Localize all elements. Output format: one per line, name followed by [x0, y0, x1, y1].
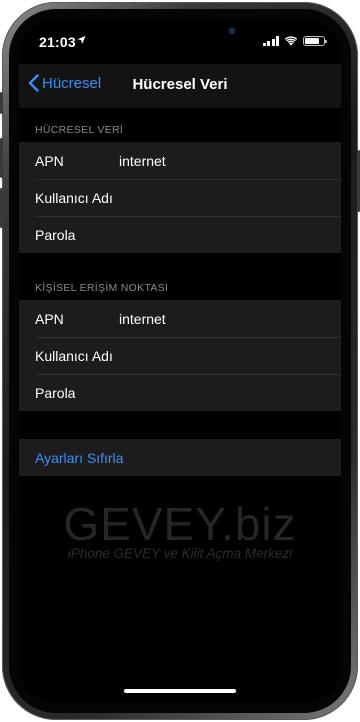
apn-value[interactable]: internet — [119, 311, 166, 327]
page-title: Hücresel Veri — [132, 76, 228, 93]
cellular-apn-row[interactable]: APN internet — [19, 142, 341, 179]
status-indicators — [263, 36, 327, 46]
section-header-personal-hotspot: KİŞİSEL ERİŞİM NOKTASI — [35, 282, 169, 294]
cellular-signal-icon — [263, 36, 279, 46]
section-header-cellular-data: HÜCRESEL VERİ — [35, 124, 124, 136]
status-time: 21:03 — [39, 34, 76, 50]
hotspot-password-row[interactable]: Parola — [19, 374, 341, 411]
row-label: Kullanıcı Adı — [35, 189, 113, 206]
battery-level — [305, 38, 320, 44]
notch — [107, 20, 253, 44]
apn-value[interactable]: internet — [119, 153, 166, 169]
screen: 21:03 Hücresel Hücresel Veri HÜCRESEL VE… — [19, 20, 341, 702]
row-label: Kullanıcı Adı — [35, 347, 113, 364]
cellular-data-group: APN internet Kullanıcı Adı Parola — [19, 142, 341, 253]
battery-icon — [303, 36, 327, 46]
watermark-logo: GEVEY.biz — [63, 498, 297, 550]
cellular-password-row[interactable]: Parola — [19, 216, 341, 253]
watermark: GEVEY.biz iPhone GEVEY ve Kilit Açma Mer… — [19, 498, 341, 561]
reset-settings-button[interactable]: Ayarları Sıfırla — [19, 439, 341, 476]
mute-switch — [0, 92, 3, 114]
volume-down-button — [0, 188, 3, 228]
hotspot-username-row[interactable]: Kullanıcı Adı — [19, 337, 341, 374]
watermark-tagline: iPhone GEVEY ve Kilit Açma Merkezi — [67, 546, 293, 561]
row-label: APN — [35, 310, 64, 327]
row-label: Parola — [35, 384, 76, 401]
cellular-username-row[interactable]: Kullanıcı Adı — [19, 179, 341, 216]
camera-icon — [229, 28, 235, 34]
wifi-icon — [284, 36, 298, 46]
volume-up-button — [0, 138, 3, 178]
location-arrow-icon — [77, 35, 86, 45]
hotspot-apn-row[interactable]: APN internet — [19, 300, 341, 337]
personal-hotspot-group: APN internet Kullanıcı Adı Parola — [19, 300, 341, 411]
row-label: APN — [35, 152, 64, 169]
home-indicator[interactable] — [124, 689, 236, 693]
row-label: Parola — [35, 226, 76, 243]
navigation-bar: Hücresel Hücresel Veri — [19, 64, 341, 108]
